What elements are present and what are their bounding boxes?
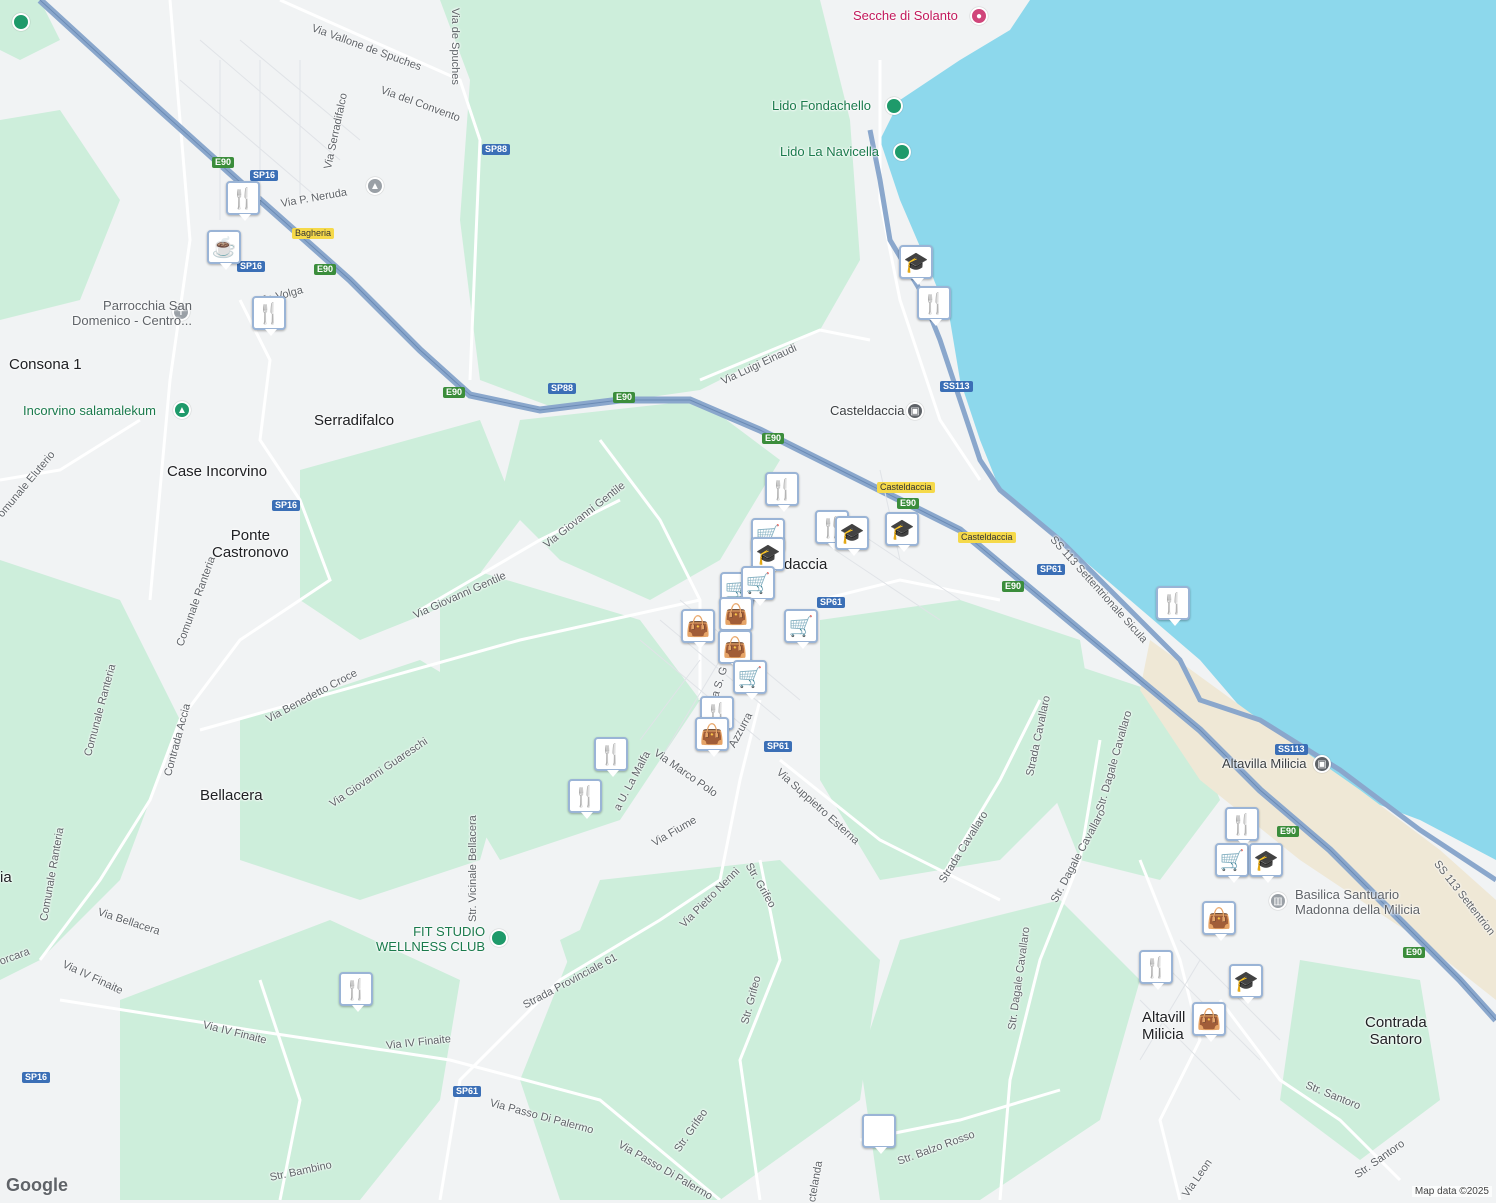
road-via-de-spuches: Via de Spuches xyxy=(449,8,461,85)
shield-ss113: SS113 xyxy=(1275,744,1308,755)
shield-e90: E90 xyxy=(613,392,636,403)
shield-casteldaccia: Casteldaccia xyxy=(877,482,935,493)
restaurant-icon[interactable]: 🍴 xyxy=(1225,807,1259,847)
monument-icon[interactable]: ▲ xyxy=(366,177,384,195)
shield-sp88: SP88 xyxy=(548,383,577,394)
place-casteldaccia: daccia xyxy=(784,556,828,573)
shield-sp16: SP16 xyxy=(237,261,266,272)
poi-lido-la-navicella[interactable]: Lido La Navicella xyxy=(780,144,879,159)
place-ponte-castronovo: Ponte Castronovo xyxy=(212,527,289,561)
shield-sp16: SP16 xyxy=(250,170,279,181)
restaurant-icon[interactable]: 🍴 xyxy=(1156,586,1190,626)
poi-fit-studio-wellness-club[interactable]: FIT STUDIO WELLNESS CLUB xyxy=(376,924,485,954)
shopping-bag-icon[interactable]: 🍴 xyxy=(1139,950,1173,990)
train-station-icon[interactable]: ▣ xyxy=(906,402,924,420)
place-case-incorvino: Case Incorvino xyxy=(167,463,268,480)
shield-ss113: SS113 xyxy=(940,381,973,392)
beach-icon[interactable] xyxy=(885,97,903,115)
shopping-bag-icon[interactable]: 👜 xyxy=(718,630,752,670)
poi-casteldaccia-station[interactable]: Casteldaccia xyxy=(830,403,904,418)
train-station-icon[interactable]: ▣ xyxy=(1313,755,1331,773)
grocery-icon[interactable]: 🛒 xyxy=(784,609,818,649)
shield-sp61: SP61 xyxy=(1037,564,1066,575)
google-logo: Google xyxy=(6,1175,68,1195)
beach-icon[interactable] xyxy=(893,143,911,161)
shield-sp61: SP61 xyxy=(453,1086,482,1097)
school-icon[interactable]: 👜 xyxy=(1202,901,1236,941)
place-consona: Consona 1 xyxy=(9,356,82,373)
school-icon[interactable]: 🎓 xyxy=(835,516,869,556)
shield-e90: E90 xyxy=(1002,581,1025,592)
shield-sp61: SP61 xyxy=(764,741,793,752)
shopping-bag-icon[interactable]: 👜 xyxy=(681,609,715,649)
poi-basilica-santuario[interactable]: Basilica Santuario Madonna della Milicia xyxy=(1295,887,1420,917)
shopping-bag-icon[interactable]: 👜 xyxy=(719,597,753,637)
shield-sp61: SP61 xyxy=(817,597,846,608)
restaurant-icon[interactable]: 🍴 xyxy=(917,286,951,326)
shield-sp88: SP88 xyxy=(482,144,511,155)
restaurant-icon[interactable]: 🍴 xyxy=(339,972,373,1012)
place-bellacera: Bellacera xyxy=(200,787,263,804)
grocery-icon[interactable]: 🛒 xyxy=(741,566,775,606)
restaurant-icon[interactable]: 🍴 xyxy=(252,296,286,336)
restaurant-icon[interactable]: 🍴 xyxy=(568,779,602,819)
shopping-bag-icon[interactable]: 👜 xyxy=(695,717,729,757)
shield-e90: E90 xyxy=(443,387,466,398)
park-icon[interactable]: ▲ xyxy=(173,401,191,419)
restaurant-icon[interactable]: 🎓 xyxy=(1229,964,1263,1004)
shield-bagheria: Bagheria xyxy=(292,228,335,239)
restaurant-icon[interactable]: 🍴 xyxy=(765,472,799,512)
school-icon[interactable]: 👜 xyxy=(1192,1002,1226,1042)
map-canvas[interactable]: Consona 1 Serradifalco Case Incorvino Po… xyxy=(0,0,1496,1203)
shield-e90: E90 xyxy=(314,264,337,275)
restaurant-icon[interactable]: 🍴 xyxy=(226,181,260,221)
map-attribution[interactable]: Map data ©2025 xyxy=(1411,1186,1492,1197)
grocery-icon[interactable]: 🎓 xyxy=(1249,843,1283,883)
museum-icon[interactable]: ▥ xyxy=(1269,892,1287,910)
poi-incorvino-salamalekum[interactable]: Incorvino salamalekum xyxy=(23,403,156,418)
school-icon[interactable]: 🎓 xyxy=(885,512,919,552)
restaurant-icon[interactable]: 🍴 xyxy=(594,737,628,777)
poi-parrocchia-san-domenico[interactable]: Parrocchia San Domenico - Centro... xyxy=(72,298,192,328)
camera-icon[interactable]: ● xyxy=(970,7,988,25)
fitness-icon[interactable] xyxy=(490,929,508,947)
shield-e90: E90 xyxy=(1403,947,1426,958)
place-icon[interactable] xyxy=(12,13,30,31)
shopping-bag-icon[interactable] xyxy=(862,1114,896,1154)
shield-sp16: SP16 xyxy=(272,500,301,511)
shield-e90: E90 xyxy=(897,498,920,509)
shield-e90: E90 xyxy=(212,157,235,168)
shield-e90: E90 xyxy=(762,433,785,444)
poi-secche-di-solanto[interactable]: Secche di Solanto xyxy=(853,8,958,23)
restaurant-icon[interactable]: 🛒 xyxy=(1215,843,1249,883)
place-contrada-santoro: Contrada Santoro xyxy=(1365,1014,1427,1048)
cafe-icon[interactable]: ☕ xyxy=(207,230,241,270)
place-left-edge: ia xyxy=(0,869,12,886)
place-serradifalco: Serradifalco xyxy=(314,412,395,429)
school-icon[interactable]: 🎓 xyxy=(899,245,933,285)
poi-altavilla-milicia-station[interactable]: Altavilla Milicia xyxy=(1222,756,1307,771)
grocery-icon[interactable]: 🛒 xyxy=(733,660,767,700)
place-altavilla-milicia: Altavill Milicia xyxy=(1142,1009,1186,1043)
shield-casteldaccia: Casteldaccia xyxy=(958,532,1016,543)
shield-e90: E90 xyxy=(1277,826,1300,837)
road-str-vicinale-bellacera: Str. Vicinale Bellacera xyxy=(467,815,479,922)
poi-lido-fondachello[interactable]: Lido Fondachello xyxy=(772,98,871,113)
shield-sp16: SP16 xyxy=(22,1072,51,1083)
